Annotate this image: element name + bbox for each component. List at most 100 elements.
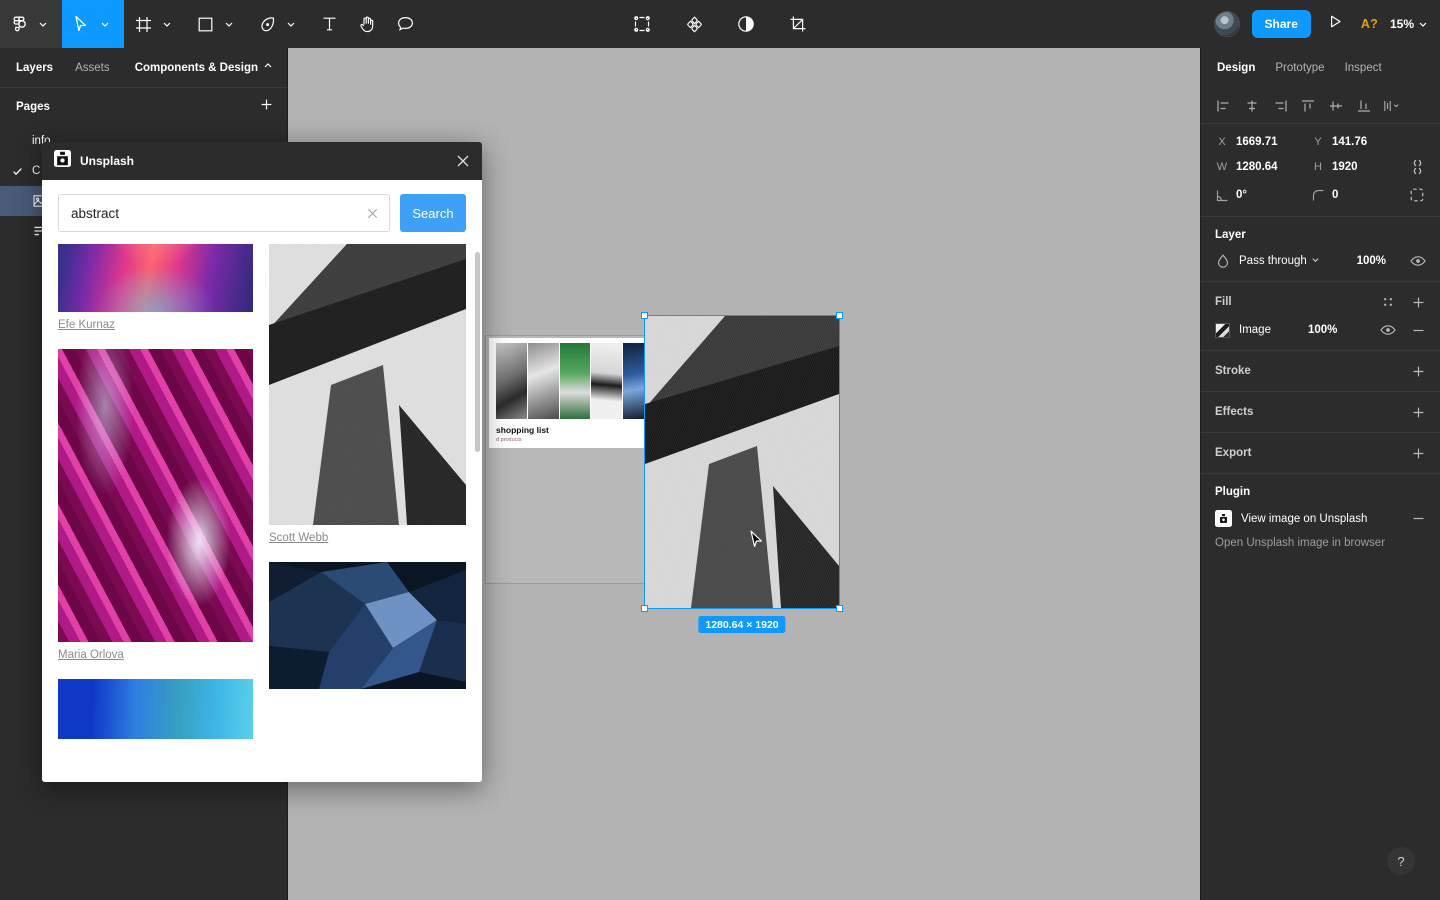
components-and-design-toggle[interactable]: Components & Design <box>135 61 273 74</box>
card-subtitle: d products <box>496 437 522 443</box>
search-button[interactable]: Search <box>400 194 466 232</box>
lock-aspect-ratio-button[interactable] <box>1408 158 1426 176</box>
fill-section: Fill Image 100% <box>1201 282 1440 351</box>
independent-corners-button[interactable] <box>1408 186 1426 204</box>
photo-credit-link[interactable]: Scott Webb <box>269 532 466 544</box>
width-field[interactable]: W 1280.64 <box>1215 161 1311 173</box>
dialog-results-area[interactable]: Efe Kurnaz Maria Orlova Jr Korpa <box>42 244 482 782</box>
search-input[interactable] <box>71 205 360 221</box>
zoom-control[interactable]: 15% <box>1390 17 1428 31</box>
add-effect-button[interactable] <box>1410 404 1426 420</box>
rotation-icon <box>1215 188 1229 202</box>
align-right-icon[interactable] <box>1271 97 1289 115</box>
resize-handle-top-left[interactable] <box>641 312 648 319</box>
result-photo[interactable] <box>269 244 466 525</box>
hand-tool-button[interactable] <box>348 0 386 48</box>
resize-handle-bottom-right[interactable] <box>836 605 843 612</box>
blend-mode-row: Pass through 100% <box>1215 253 1426 269</box>
avatar[interactable] <box>1213 11 1240 37</box>
tab-prototype[interactable]: Prototype <box>1275 62 1324 74</box>
tab-layers[interactable]: Layers <box>16 62 53 74</box>
half-circle-icon <box>735 13 757 35</box>
add-fill-button[interactable] <box>1410 294 1426 310</box>
add-export-button[interactable] <box>1410 445 1426 461</box>
accessibility-warning-badge[interactable]: A? <box>1361 17 1378 31</box>
move-tool-button[interactable] <box>62 0 124 48</box>
blend-mode-value: Pass through <box>1239 255 1307 267</box>
height-field[interactable]: H 1920 <box>1311 161 1407 173</box>
tab-inspect[interactable]: Inspect <box>1345 62 1382 74</box>
figma-menu-button[interactable] <box>0 0 62 48</box>
layer-visibility-eye-icon[interactable] <box>1410 253 1426 269</box>
chevron-down-icon <box>218 13 240 35</box>
align-bottom-icon[interactable] <box>1355 97 1373 115</box>
close-icon[interactable] <box>456 154 470 168</box>
layer-section-header: Layer <box>1215 229 1426 241</box>
distribute-icon[interactable] <box>1383 97 1401 115</box>
card-image-strip <box>496 343 654 419</box>
fill-item-row: Image 100% <box>1215 322 1426 338</box>
figma-logo-icon <box>8 13 30 35</box>
result-photo[interactable] <box>58 349 253 642</box>
layer-opacity-value[interactable]: 100% <box>1357 255 1386 267</box>
align-left-icon[interactable] <box>1215 97 1233 115</box>
h-label: H <box>1314 161 1322 173</box>
search-field-wrapper[interactable] <box>58 194 390 232</box>
selected-image-node[interactable]: 1280.64 × 1920 <box>641 312 843 633</box>
crop-tool-button[interactable] <box>780 0 816 48</box>
shape-tool-button[interactable] <box>186 0 248 48</box>
transform-section: X 1669.71 Y 141.76 W 1280.64 H 1920 0° 0 <box>1201 124 1440 217</box>
contrast-tool-button[interactable] <box>728 0 764 48</box>
selected-image-preview[interactable] <box>645 316 839 608</box>
frame-tool-button[interactable] <box>124 0 186 48</box>
blend-mode-select[interactable]: Pass through <box>1239 255 1320 267</box>
plus-icon <box>260 98 273 116</box>
align-horizontal-center-icon[interactable] <box>1243 97 1261 115</box>
result-photo[interactable] <box>58 679 253 739</box>
photo-credit-link[interactable]: Efe Kurnaz <box>58 319 253 331</box>
component-tool-button[interactable] <box>624 0 660 48</box>
text-tool-button[interactable] <box>310 0 348 48</box>
clear-search-icon[interactable] <box>360 207 379 220</box>
crop-icon <box>787 13 809 35</box>
result-photo[interactable] <box>58 244 253 312</box>
tab-design[interactable]: Design <box>1217 62 1255 74</box>
x-field[interactable]: X 1669.71 <box>1215 136 1311 148</box>
fill-image-thumbnail[interactable] <box>1215 322 1230 338</box>
tab-assets[interactable]: Assets <box>75 62 110 74</box>
corner-radius-field[interactable]: 0 <box>1311 188 1407 202</box>
share-button[interactable]: Share <box>1251 10 1311 38</box>
y-value: 141.76 <box>1332 136 1368 148</box>
results-scrollbar[interactable] <box>475 252 480 452</box>
resize-handle-top-right[interactable] <box>836 312 843 319</box>
comment-tool-button[interactable] <box>386 0 424 48</box>
results-column-left: Efe Kurnaz Maria Orlova <box>58 244 253 739</box>
resize-handle-bottom-left[interactable] <box>641 605 648 612</box>
pages-title: Pages <box>16 101 50 113</box>
plugins-tool-button[interactable] <box>676 0 712 48</box>
help-button[interactable]: ? <box>1387 847 1415 875</box>
y-field[interactable]: Y 141.76 <box>1311 136 1407 148</box>
unsplash-plugin-dialog: Unsplash Search Efe Kurnaz Maria Orlo <box>42 142 482 782</box>
result-photo[interactable] <box>269 562 466 689</box>
collapse-plugin-button[interactable] <box>1410 511 1426 527</box>
fill-opacity-value[interactable]: 100% <box>1308 324 1337 336</box>
align-vertical-center-icon[interactable] <box>1327 97 1345 115</box>
add-stroke-button[interactable] <box>1410 363 1426 379</box>
plugin-section-header: Plugin <box>1215 486 1426 498</box>
fill-visibility-eye-icon[interactable] <box>1380 322 1396 338</box>
canvas-card-mockup[interactable]: shopping list d products <box>489 338 661 448</box>
present-button[interactable] <box>1323 11 1349 37</box>
rotation-field[interactable]: 0° <box>1215 188 1311 202</box>
plugin-action-row[interactable]: View image on Unsplash <box>1215 510 1426 527</box>
remove-fill-button[interactable] <box>1410 322 1426 338</box>
pen-tool-button[interactable] <box>248 0 310 48</box>
align-top-icon[interactable] <box>1299 97 1317 115</box>
fill-title: Fill <box>1215 296 1232 308</box>
corner-radius-icon <box>1311 188 1325 202</box>
toolbar-left-tools <box>0 0 424 48</box>
fill-styles-icon[interactable] <box>1380 294 1396 310</box>
layer-title: Layer <box>1215 229 1246 241</box>
photo-credit-link[interactable]: Maria Orlova <box>58 649 253 661</box>
add-page-button[interactable] <box>260 98 273 116</box>
